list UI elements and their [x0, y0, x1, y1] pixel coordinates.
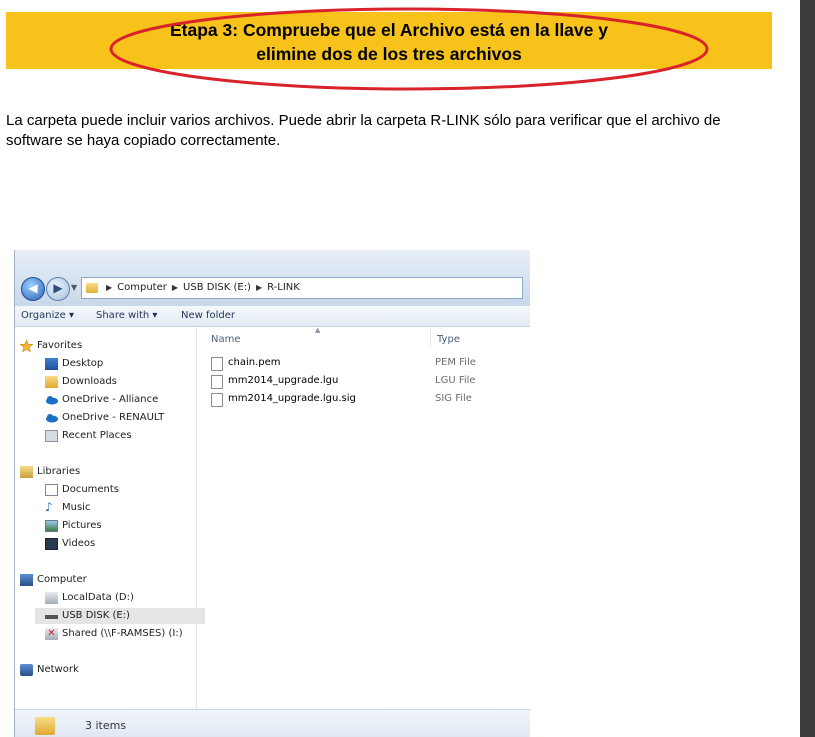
new-folder-button[interactable]: New folder [181, 306, 235, 326]
recent-places-icon [45, 430, 58, 442]
scrollbar-rail[interactable] [800, 0, 815, 737]
crumb-separator-icon: ▶ [106, 283, 113, 292]
documents-icon [45, 484, 58, 496]
breadcrumb-usb-disk[interactable]: USB DISK (E:) [183, 278, 251, 298]
crumb-separator-icon: ▶ [255, 283, 263, 292]
nav-label-documents: Documents [62, 484, 120, 495]
nav-label-shared: Shared (\\F-RAMSES) (I:) [62, 628, 183, 639]
file-name: mm2014_upgrade.lgu [228, 375, 339, 386]
desktop-icon [45, 358, 58, 370]
nav-label-desktop: Desktop [62, 358, 104, 369]
file-list-pane: ▲ Name Type chain.pem PEM File mm2014_up… [197, 326, 530, 709]
nav-label-favorites: Favorites [37, 340, 83, 351]
folder-icon [35, 717, 55, 735]
file-type: PEM File [435, 357, 476, 368]
pictures-icon [45, 520, 58, 532]
file-type: SIG File [435, 393, 472, 404]
crumb-separator-icon: ▶ [171, 283, 179, 292]
file-row[interactable]: mm2014_upgrade.lgu LGU File [211, 373, 530, 389]
computer-icon [20, 574, 33, 586]
drive-icon [45, 592, 58, 604]
file-icon [211, 357, 223, 371]
red-highlight-ellipse [109, 7, 709, 91]
nav-label-onedrive-renault: OneDrive - RENAULT [62, 412, 165, 423]
file-icon [211, 375, 223, 389]
nav-label-computer: Computer [37, 574, 87, 585]
file-type: LGU File [435, 375, 476, 386]
breadcrumb-r-link[interactable]: R-LINK [267, 278, 300, 298]
libraries-icon [20, 466, 33, 478]
column-header-name[interactable]: Name [211, 334, 241, 345]
nav-label-pictures: Pictures [62, 520, 102, 531]
file-icon [211, 393, 223, 407]
nav-label-libraries: Libraries [37, 466, 81, 477]
column-divider[interactable] [430, 329, 431, 347]
file-name: mm2014_upgrade.lgu.sig [228, 393, 356, 404]
share-with-button[interactable]: Share with ▾ [96, 306, 157, 326]
nav-label-onedrive-alliance: OneDrive - Alliance [62, 394, 159, 405]
nav-label-network: Network [37, 664, 79, 675]
folder-icon [86, 283, 98, 293]
organize-button[interactable]: Organize ▾ [21, 306, 74, 326]
nav-label-music: Music [62, 502, 91, 513]
back-arrow-icon[interactable]: ◀ [21, 277, 45, 301]
nav-item-usb-disk[interactable]: USB DISK (E:) [35, 608, 205, 624]
address-bar-area: ◀ ▶ ▼ ▶ Computer ▶ USB DISK (E:) ▶ R-LINK [15, 250, 530, 306]
network-drive-disconnected-icon: ✕ [45, 628, 58, 640]
nav-label-downloads: Downloads [62, 376, 117, 387]
forward-arrow-icon[interactable]: ▶ [46, 277, 70, 301]
status-bar: 3 items [15, 709, 530, 737]
column-header-type[interactable]: Type [437, 334, 460, 345]
explorer-window: ◀ ▶ ▼ ▶ Computer ▶ USB DISK (E:) ▶ R-LINK Org… [14, 250, 530, 737]
nav-label-videos: Videos [62, 538, 96, 549]
onedrive-cloud-icon [46, 396, 58, 405]
file-row[interactable]: chain.pem PEM File [211, 355, 530, 371]
videos-icon [45, 538, 58, 550]
item-count: 3 items [85, 719, 127, 732]
nav-label-localdata: LocalData (D:) [62, 592, 134, 603]
star-icon [20, 340, 33, 352]
address-field[interactable]: ▶ Computer ▶ USB DISK (E:) ▶ R-LINK [81, 277, 523, 299]
history-dropdown-icon[interactable]: ▼ [71, 283, 77, 292]
downloads-folder-icon [45, 376, 58, 388]
network-icon [20, 664, 33, 676]
music-note-icon: ♪ [45, 500, 53, 514]
file-name: chain.pem [228, 357, 281, 368]
sort-ascending-icon: ▲ [315, 326, 321, 334]
nav-label-usb-disk: USB DISK (E:) [62, 610, 130, 621]
onedrive-cloud-icon [46, 414, 58, 423]
intro-paragraph: La carpeta puede incluir varios archivos… [6, 112, 721, 149]
command-toolbar: Organize ▾ Share with ▾ New folder [15, 306, 530, 327]
file-row[interactable]: mm2014_upgrade.lgu.sig SIG File [211, 391, 530, 407]
nav-label-recent-places: Recent Places [62, 430, 132, 441]
usb-drive-icon [45, 615, 58, 619]
navigation-pane: Favorites Desktop Downloads OneDrive - A… [15, 327, 205, 709]
breadcrumb-computer[interactable]: Computer [117, 278, 167, 298]
